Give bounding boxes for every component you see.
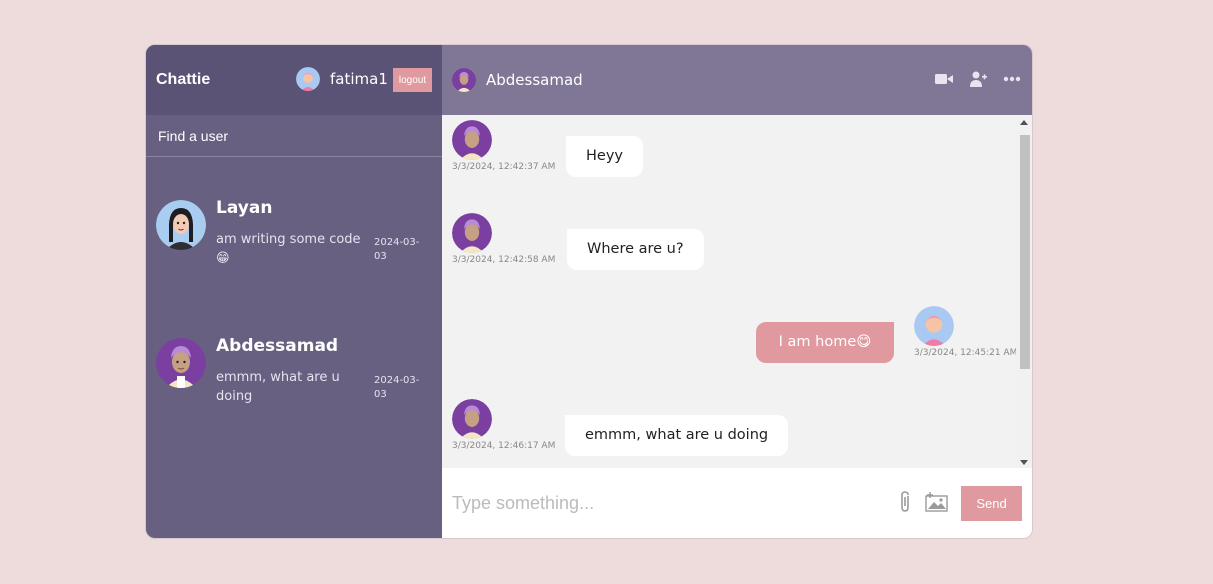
- chat-item-date: 2024-03-03: [374, 375, 420, 400]
- message-item: 3/3/2024, 12:42:37 AM Heyy: [442, 115, 1017, 185]
- message-item: 3/3/2024, 12:46:17 AM emmm, what are u d…: [442, 394, 1017, 464]
- message-bubble-owner: I am home😋: [756, 321, 894, 363]
- chat-item-last-message: am writing some code 😁: [216, 232, 361, 266]
- messages-scrollbar[interactable]: [1016, 114, 1032, 469]
- message-avatar: [452, 119, 492, 160]
- message-item-owner: I am home😋 3/3/2024, 12:45:21 AM: [442, 301, 1017, 371]
- scroll-down-arrow-icon[interactable]: [1020, 459, 1028, 465]
- sidebar: Chattie fatima1 logout Find a user Layan…: [146, 45, 442, 538]
- input-actions: Send: [897, 486, 1022, 522]
- sidebar-navbar: Chattie fatima1 logout: [146, 45, 442, 115]
- chat-item-last-message: emmm, what are u doing: [216, 370, 340, 404]
- message-input-bar: Send: [442, 468, 1032, 538]
- abdessamad-avatar: [156, 338, 206, 388]
- message-bubble: Heyy: [566, 135, 643, 177]
- chat-header-name: Abdessamad: [486, 70, 583, 89]
- current-user-avatar: [296, 67, 320, 91]
- video-camera-icon[interactable]: [934, 69, 954, 89]
- more-icon[interactable]: [1002, 69, 1022, 89]
- scroll-up-arrow-icon[interactable]: [1020, 119, 1028, 125]
- message-input[interactable]: [452, 492, 872, 514]
- chat-header: Abdessamad: [442, 45, 1032, 115]
- message-bubble: Where are u?: [567, 228, 704, 270]
- add-user-icon[interactable]: [968, 69, 988, 89]
- chat-panel: Abdessamad 3/3/2024, 12:42:37 AM Heyy 3/…: [442, 45, 1032, 538]
- message-avatar: [452, 212, 492, 253]
- chat-item-date: 2024-03-03: [374, 237, 420, 262]
- chat-app: Chattie fatima1 logout Find a user Layan…: [145, 44, 1033, 539]
- current-user-name: fatima1: [330, 70, 388, 88]
- message-time: 3/3/2024, 12:46:17 AM: [452, 440, 556, 451]
- owner-message-avatar: [914, 305, 954, 346]
- paperclip-icon[interactable]: [897, 490, 913, 518]
- message-bubble: emmm, what are u doing: [565, 414, 789, 456]
- chat-item-name: Abdessamad: [216, 336, 339, 356]
- messages-list: 3/3/2024, 12:42:37 AM Heyy 3/3/2024, 12:…: [442, 114, 1032, 469]
- chat-header-actions: [934, 69, 1022, 89]
- logout-button[interactable]: logout: [393, 68, 432, 92]
- message-item: 3/3/2024, 12:42:58 AM Where are u?: [442, 208, 1017, 278]
- chat-item-name: Layan: [216, 198, 273, 218]
- app-logo: Chattie: [156, 71, 211, 88]
- chat-header-avatar: [452, 67, 476, 92]
- message-avatar: [452, 398, 492, 439]
- search-input[interactable]: [158, 127, 430, 144]
- chat-item-abdessamad[interactable]: Abdessamad emmm, what are u doing 2024-0…: [146, 318, 442, 418]
- user-search: [146, 115, 442, 157]
- chat-item-layan[interactable]: Layan am writing some code 😁 2024-03-03: [146, 180, 442, 280]
- layan-avatar: [156, 200, 206, 250]
- scroll-thumb[interactable]: [1020, 134, 1030, 369]
- message-time: 3/3/2024, 12:45:21 AM: [914, 347, 1018, 358]
- send-button[interactable]: Send: [961, 486, 1022, 522]
- image-icon[interactable]: [925, 491, 949, 517]
- current-user: fatima1: [296, 67, 388, 91]
- message-time: 3/3/2024, 12:42:58 AM: [452, 254, 556, 265]
- message-time: 3/3/2024, 12:42:37 AM: [452, 161, 556, 172]
